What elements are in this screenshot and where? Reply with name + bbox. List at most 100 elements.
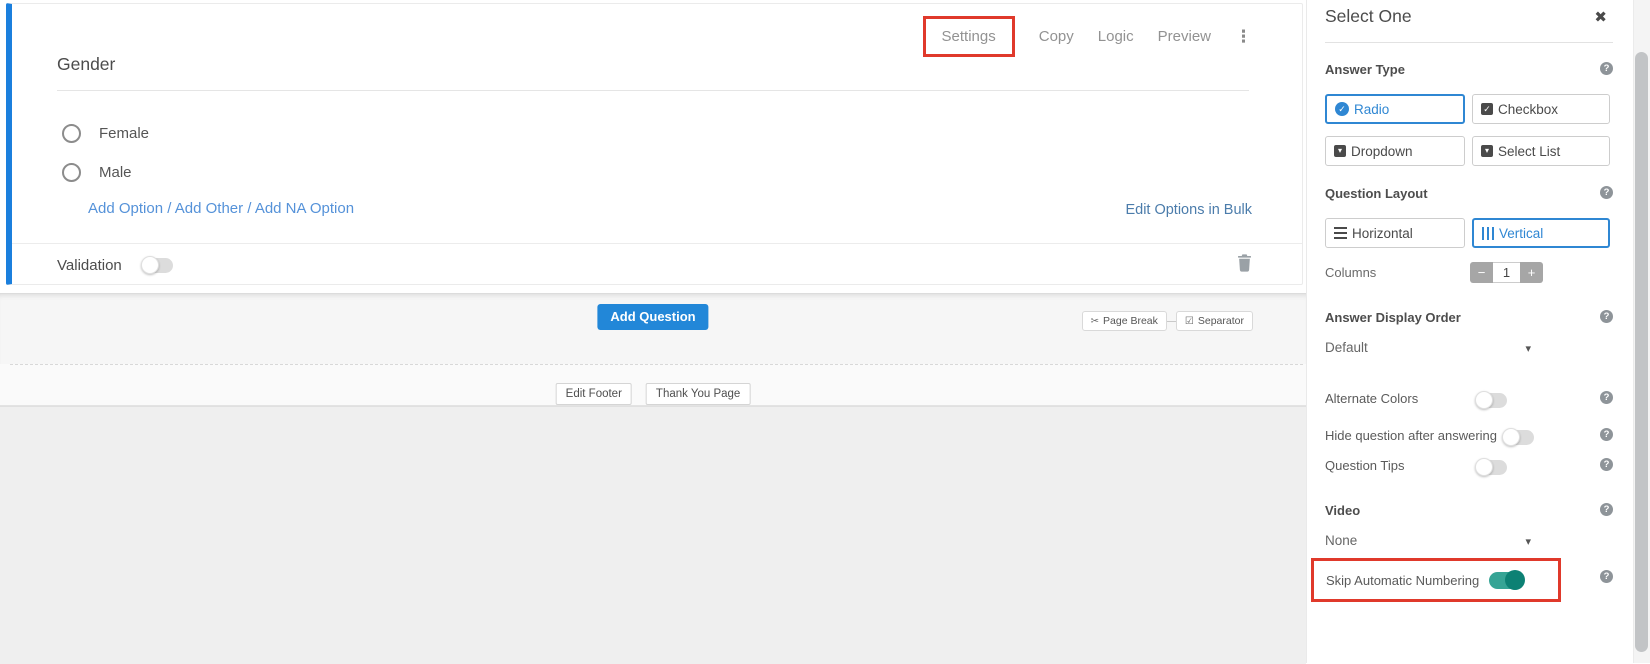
- answer-display-order-select[interactable]: Default ▾: [1325, 340, 1531, 355]
- preview-button[interactable]: Preview: [1158, 28, 1211, 45]
- page-break-button[interactable]: ✂ Page Break: [1082, 311, 1167, 331]
- answer-display-order-label: Answer Display Order: [1325, 310, 1461, 325]
- help-icon[interactable]: ?: [1600, 458, 1613, 471]
- logic-button[interactable]: Logic: [1098, 28, 1134, 45]
- dropdown-label: Dropdown: [1351, 144, 1413, 159]
- question-tips-toggle[interactable]: [1476, 460, 1507, 475]
- connector-line: [1167, 321, 1176, 322]
- chevron-down-icon: ▾: [1525, 342, 1531, 355]
- question-toolbar: Settings Copy Logic Preview ⋮: [923, 16, 1252, 57]
- page-break-separator-group: ✂ Page Break ☑ Separator: [1082, 311, 1253, 331]
- question-tips-label: Question Tips: [1325, 458, 1405, 473]
- help-icon[interactable]: ?: [1600, 503, 1613, 516]
- card-divider: [12, 243, 1302, 244]
- option-label: Male: [99, 164, 132, 181]
- answer-option-row: Female: [62, 124, 149, 143]
- alternate-colors-toggle[interactable]: [1476, 393, 1507, 408]
- toggle-knob: [1475, 458, 1493, 476]
- add-other-link[interactable]: Add Other: [175, 200, 243, 217]
- more-options-icon[interactable]: ⋮: [1235, 30, 1252, 44]
- answer-type-dropdown-button[interactable]: ▾ Dropdown: [1325, 136, 1465, 166]
- question-title-input[interactable]: Gender: [57, 54, 1249, 91]
- answer-type-select-list-button[interactable]: ▾ Select List: [1472, 136, 1610, 166]
- video-value: None: [1325, 533, 1357, 548]
- answer-type-checkbox-button[interactable]: ✓ Checkbox: [1472, 94, 1610, 124]
- skip-automatic-numbering-label: Skip Automatic Numbering: [1326, 573, 1479, 588]
- panel-divider: [1325, 42, 1613, 43]
- link-separator: /: [167, 200, 171, 217]
- separator-button[interactable]: ☑ Separator: [1176, 311, 1253, 331]
- separator-icon: ☑: [1185, 316, 1194, 327]
- page-break-icon: ✂: [1091, 316, 1099, 327]
- annotation-settings-highlight: Settings: [923, 16, 1015, 57]
- panel-title: Select One: [1325, 6, 1412, 27]
- columns-plus-button[interactable]: +: [1520, 262, 1543, 283]
- page-break-label: Page Break: [1103, 315, 1158, 327]
- horizontal-lines-icon: [1334, 227, 1347, 239]
- hide-question-toggle[interactable]: [1503, 430, 1534, 445]
- select-list-label: Select List: [1498, 144, 1560, 159]
- close-icon[interactable]: ✖: [1594, 8, 1607, 26]
- copy-button[interactable]: Copy: [1039, 28, 1074, 45]
- alternate-colors-label: Alternate Colors: [1325, 391, 1418, 406]
- answer-type-radio-button[interactable]: ✓ Radio: [1325, 94, 1465, 124]
- question-layout-label: Question Layout: [1325, 186, 1428, 201]
- option-links: Add Option / Add Other / Add NA Option: [88, 200, 354, 217]
- answer-type-label: Answer Type: [1325, 62, 1405, 77]
- link-separator: /: [247, 200, 251, 217]
- question-card: Settings Copy Logic Preview ⋮ Gender Fem…: [6, 3, 1303, 285]
- checkbox-check-icon: ✓: [1481, 103, 1493, 115]
- option-label: Female: [99, 125, 149, 142]
- chevron-down-icon: ▾: [1525, 535, 1531, 548]
- columns-label: Columns: [1325, 265, 1376, 280]
- vertical-bars-icon: [1482, 227, 1494, 240]
- toggle-knob: [1475, 391, 1493, 409]
- help-icon[interactable]: ?: [1600, 570, 1613, 583]
- toggle-knob: [141, 256, 159, 274]
- skip-automatic-numbering-toggle[interactable]: [1489, 572, 1524, 589]
- answer-display-order-value: Default: [1325, 340, 1368, 355]
- help-icon[interactable]: ?: [1600, 310, 1613, 323]
- add-question-button[interactable]: Add Question: [597, 304, 708, 330]
- answer-option-row: Male: [62, 163, 132, 182]
- builder-canvas: Settings Copy Logic Preview ⋮ Gender Fem…: [0, 0, 1306, 663]
- radio-label: Radio: [1354, 102, 1389, 117]
- toggle-knob: [1502, 428, 1520, 446]
- columns-value-input[interactable]: 1: [1493, 262, 1520, 283]
- toggle-knob: [1505, 570, 1525, 590]
- annotation-skip-numbering-highlight: Skip Automatic Numbering: [1311, 558, 1561, 602]
- settings-button[interactable]: Settings: [942, 28, 996, 45]
- separator-label: Separator: [1198, 315, 1244, 327]
- video-select[interactable]: None ▾: [1325, 533, 1531, 548]
- add-question-section: Add Question ✂ Page Break ☑ Separator Ed…: [0, 293, 1306, 406]
- add-option-link[interactable]: Add Option: [88, 200, 163, 217]
- layout-vertical-button[interactable]: Vertical: [1472, 218, 1610, 248]
- layout-horizontal-button[interactable]: Horizontal: [1325, 218, 1465, 248]
- edit-footer-button[interactable]: Edit Footer: [556, 383, 632, 405]
- delete-question-trash-icon[interactable]: [1237, 254, 1252, 272]
- select-list-caret-icon: ▾: [1481, 145, 1493, 157]
- thank-you-page-button[interactable]: Thank You Page: [646, 383, 750, 405]
- validation-row: Validation: [57, 257, 173, 274]
- columns-minus-button[interactable]: −: [1470, 262, 1493, 283]
- checkbox-label: Checkbox: [1498, 102, 1558, 117]
- dropdown-caret-icon: ▾: [1334, 145, 1346, 157]
- columns-stepper: − 1 +: [1470, 262, 1543, 283]
- canvas-background: [0, 406, 1306, 664]
- scrollbar-thumb[interactable]: [1635, 52, 1648, 652]
- validation-label: Validation: [57, 257, 122, 274]
- help-icon[interactable]: ?: [1600, 186, 1613, 199]
- settings-panel: Select One ✖ Answer Type ? ✓ Radio ✓ Che…: [1306, 0, 1633, 663]
- help-icon[interactable]: ?: [1600, 391, 1613, 404]
- help-icon[interactable]: ?: [1600, 62, 1613, 75]
- radio-circle-icon[interactable]: [62, 163, 81, 182]
- help-icon[interactable]: ?: [1600, 428, 1613, 441]
- validation-toggle[interactable]: [142, 258, 173, 273]
- add-na-option-link[interactable]: Add NA Option: [255, 200, 354, 217]
- dashed-divider: [10, 364, 1303, 365]
- radio-check-icon: ✓: [1335, 102, 1349, 116]
- edit-options-in-bulk-link[interactable]: Edit Options in Bulk: [1125, 202, 1252, 218]
- horizontal-label: Horizontal: [1352, 226, 1413, 241]
- radio-circle-icon[interactable]: [62, 124, 81, 143]
- hide-question-label: Hide question after answering: [1325, 428, 1497, 443]
